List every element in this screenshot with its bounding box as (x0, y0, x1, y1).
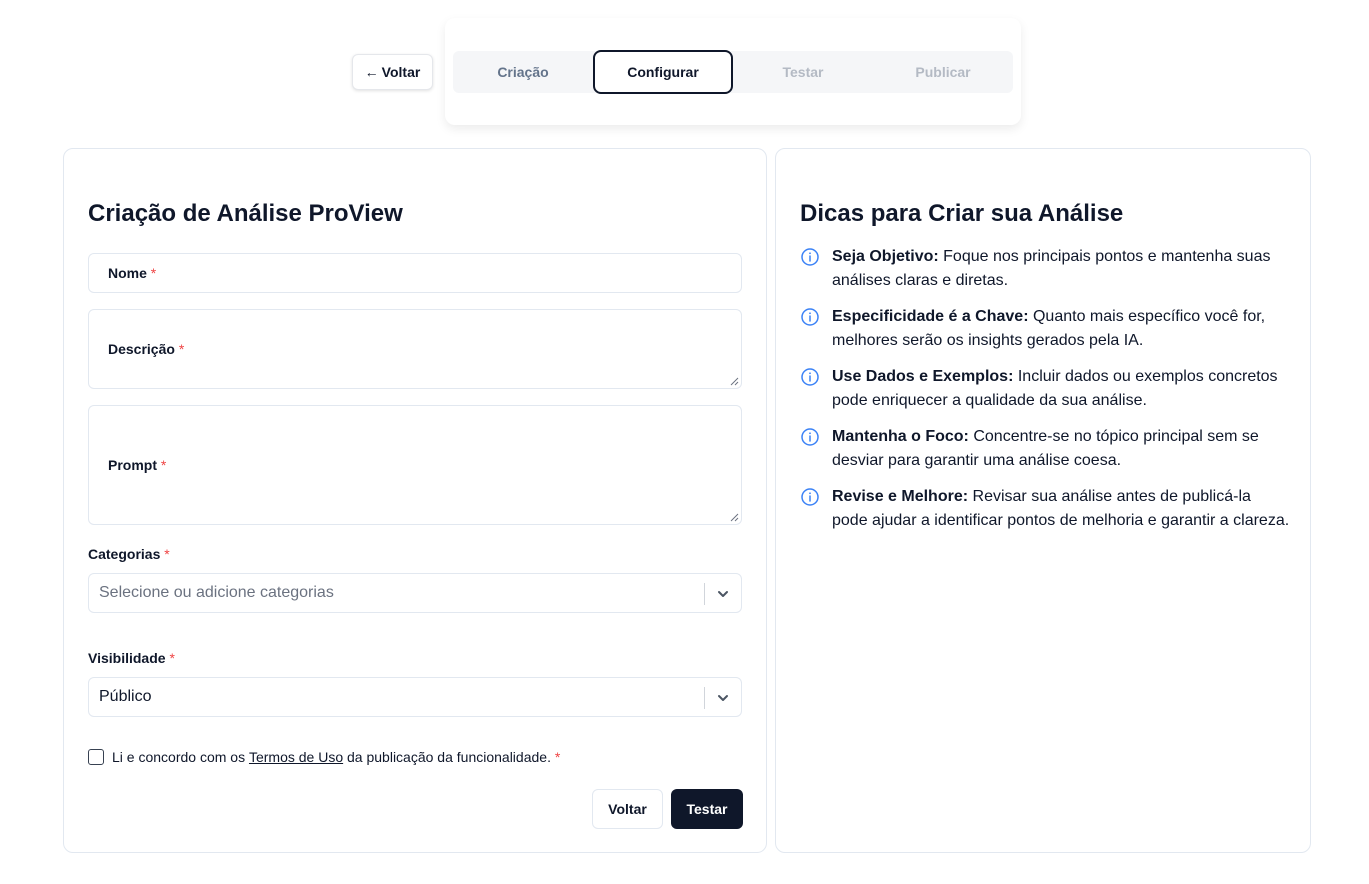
visibility-value: Público (99, 688, 152, 705)
tip-item: Seja Objetivo: Foque nos principais pont… (800, 245, 1290, 293)
info-icon (801, 248, 819, 266)
name-field[interactable]: Nome * (88, 253, 742, 293)
tips-title: Dicas para Criar sua Análise (800, 200, 1124, 227)
tip-text: Especificidade é a Chave: Quanto mais es… (832, 308, 1266, 349)
terms-link[interactable]: Termos de Uso (249, 749, 343, 765)
tip-item: Revise e Melhore: Revisar sua análise an… (800, 485, 1290, 533)
tips-card: Dicas para Criar sua Análise Seja Objeti… (775, 148, 1311, 853)
tip-text: Mantenha o Foco: Concentre-se no tópico … (832, 428, 1259, 469)
terms-suffix: da publicação da funcionalidade. (347, 749, 551, 765)
chevron-down-icon[interactable] (715, 586, 731, 602)
info-icon (801, 488, 819, 506)
select-separator (704, 583, 705, 605)
chevron-down-icon[interactable] (715, 690, 731, 706)
tip-text: Use Dados e Exemplos: Incluir dados ou e… (832, 368, 1278, 409)
prompt-field[interactable]: Prompt * (88, 405, 742, 525)
tip-text: Seja Objetivo: Foque nos principais pont… (832, 248, 1271, 289)
name-label: Nome * (108, 265, 157, 281)
info-icon (801, 308, 819, 326)
step-criacao[interactable]: Criação (453, 51, 593, 93)
categories-label: Categorias * (88, 546, 170, 562)
step-configurar[interactable]: Configurar (593, 50, 733, 94)
form-card: Criação de Análise ProView Nome * Descri… (63, 148, 767, 853)
terms-checkbox[interactable] (88, 749, 104, 765)
tip-item: Mantenha o Foco: Concentre-se no tópico … (800, 425, 1290, 473)
resize-handle-icon[interactable] (729, 512, 739, 522)
tip-item: Especificidade é a Chave: Quanto mais es… (800, 305, 1290, 353)
form-title: Criação de Análise ProView (88, 200, 403, 227)
select-separator (704, 687, 705, 709)
tip-text: Revise e Melhore: Revisar sua análise an… (832, 488, 1290, 529)
prompt-label: Prompt * (108, 457, 167, 473)
arrow-left-icon: ← (364, 64, 379, 80)
terms-prefix: Li e concordo com os (112, 749, 246, 765)
step-publicar: Publicar (915, 64, 971, 80)
description-field[interactable]: Descrição * (88, 309, 742, 389)
test-button[interactable]: Testar (671, 789, 743, 829)
step-testar: Testar (782, 64, 824, 80)
categories-select[interactable]: Selecione ou adicione categorias (88, 573, 742, 613)
terms-row: Li e concordo com os Termos de Uso da pu… (88, 749, 560, 765)
terms-required: * (554, 749, 561, 765)
info-icon (801, 368, 819, 386)
tip-item: Use Dados e Exemplos: Incluir dados ou e… (800, 365, 1290, 413)
categories-placeholder: Selecione ou adicione categorias (99, 584, 334, 601)
resize-handle-icon[interactable] (729, 376, 739, 386)
info-icon (801, 428, 819, 446)
visibility-select[interactable]: Público (88, 677, 742, 717)
visibility-label: Visibilidade * (88, 650, 175, 666)
back-button[interactable]: Voltar (592, 789, 663, 829)
top-back-button[interactable]: ← Voltar (352, 54, 433, 90)
stepper: Criação Configurar Testar Publicar (453, 50, 1013, 94)
top-back-label: Voltar (381, 64, 421, 80)
description-label: Descrição * (108, 341, 185, 357)
